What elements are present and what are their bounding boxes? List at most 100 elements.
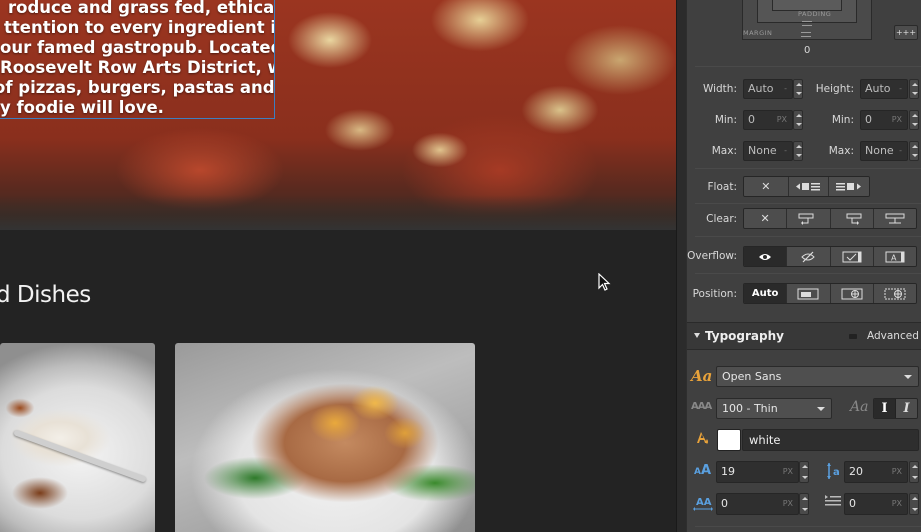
width-value: Auto: [748, 82, 774, 95]
max-height-input[interactable]: None -: [860, 141, 908, 161]
divider: [695, 66, 921, 67]
overflow-auto-icon: A: [885, 251, 905, 262]
font-style-icon: Aa: [850, 399, 869, 415]
height-stepper[interactable]: [909, 79, 919, 99]
min-height-input[interactable]: 0 PX: [860, 110, 908, 130]
box-model-editor[interactable]: PADDING MARGIN: [742, 0, 872, 40]
overflow-hidden-button[interactable]: [787, 247, 831, 266]
float-none-button[interactable]: ✕: [744, 177, 789, 196]
margin-box[interactable]: PADDING MARGIN: [742, 0, 872, 40]
float-right-button[interactable]: [829, 177, 869, 196]
margin-bottom-value[interactable]: 0: [804, 45, 810, 56]
close-icon: ✕: [760, 212, 770, 225]
italic-on-button[interactable]: I: [896, 399, 917, 418]
expand-spacing-button[interactable]: +++: [894, 25, 918, 40]
position-absolute-button[interactable]: [830, 284, 874, 303]
float-right-icon: [836, 183, 862, 191]
line-height-value: 20: [849, 465, 863, 478]
float-left-button[interactable]: [788, 177, 830, 196]
text-indent-stepper[interactable]: [909, 493, 919, 515]
max-width-unit: -: [784, 146, 787, 155]
color-name-field[interactable]: white: [742, 429, 919, 451]
overflow-auto-button[interactable]: A: [873, 247, 916, 266]
italic-off-button[interactable]: I: [874, 399, 896, 418]
overflow-scroll-button[interactable]: [830, 247, 874, 266]
border-box: PADDING: [757, 0, 857, 26]
divider: [695, 203, 921, 204]
typography-section-header[interactable]: Typography Advanced: [687, 322, 921, 350]
clear-left-button[interactable]: [787, 209, 831, 228]
line-height-unit: PX: [891, 467, 902, 476]
design-canvas[interactable]: roduce and grass fed, ethically ttention…: [0, 0, 676, 532]
eye-icon: [759, 253, 772, 260]
max-height-value: None: [865, 144, 894, 157]
clear-none-button[interactable]: ✕: [744, 209, 788, 228]
clear-options: ✕: [743, 208, 917, 229]
letter-spacing-input[interactable]: 0 PX: [716, 493, 799, 515]
clear-both-button[interactable]: [873, 209, 916, 228]
text-indent-icon: [825, 495, 841, 506]
max-width-stepper[interactable]: [793, 141, 803, 161]
dish-image-pork-chop[interactable]: [175, 343, 475, 532]
position-options: Auto: [743, 283, 917, 304]
font-size-stepper[interactable]: [799, 461, 809, 483]
min-width-label: Min:: [714, 114, 737, 126]
min-width-input[interactable]: 0 PX: [743, 110, 793, 130]
text-indent-value: 0: [849, 497, 856, 510]
position-fixed-icon: [884, 288, 906, 299]
position-auto-button[interactable]: Auto: [744, 284, 788, 303]
height-label: Height:: [815, 83, 854, 95]
max-height-unit: -: [899, 146, 902, 155]
collapse-caret-icon[interactable]: [694, 333, 700, 338]
position-fixed-button[interactable]: [873, 284, 916, 303]
line-height-stepper[interactable]: [909, 461, 919, 483]
mouse-cursor-icon: [598, 273, 611, 291]
letter-spacing-unit: PX: [782, 499, 793, 508]
font-style-toggle: I I: [873, 398, 918, 419]
max-width-input[interactable]: None -: [743, 141, 793, 161]
advanced-label[interactable]: Advanced: [867, 330, 919, 342]
line-height-input[interactable]: 20 PX: [844, 461, 908, 483]
height-value: Auto: [865, 82, 891, 95]
clear-right-button[interactable]: [830, 209, 874, 228]
color-swatch[interactable]: [717, 429, 741, 451]
advanced-toggle[interactable]: [849, 334, 857, 339]
eye-slash-icon: [801, 251, 816, 262]
overflow-label: Overflow:: [687, 250, 737, 262]
width-stepper[interactable]: [793, 79, 803, 99]
margin-handle-icon[interactable]: [801, 32, 811, 37]
text-indent-input[interactable]: 0 PX: [844, 493, 908, 515]
section-heading[interactable]: d Dishes: [0, 282, 91, 308]
min-height-stepper[interactable]: [909, 110, 919, 130]
clear-both-icon: [885, 213, 905, 223]
canvas-scrollbar[interactable]: [676, 0, 686, 532]
height-input[interactable]: Auto -: [860, 79, 908, 99]
max-height-label: Max:: [828, 145, 854, 157]
dish-image-dessert[interactable]: [0, 343, 155, 532]
svg-text:a: a: [833, 467, 840, 478]
font-family-select[interactable]: Open Sans: [716, 366, 919, 387]
font-weight-select[interactable]: 100 - Thin: [716, 398, 832, 419]
selected-text-block[interactable]: roduce and grass fed, ethically ttention…: [0, 0, 275, 119]
float-options: ✕: [743, 176, 870, 197]
fork-graphic: [13, 429, 147, 483]
position-relative-button[interactable]: [787, 284, 831, 303]
width-label: Width:: [702, 83, 737, 95]
overflow-visible-button[interactable]: [744, 247, 788, 266]
chevron-down-icon: [904, 375, 912, 379]
font-size-input[interactable]: 19 PX: [716, 461, 799, 483]
min-height-unit: PX: [891, 115, 902, 124]
min-width-stepper[interactable]: [793, 110, 803, 130]
float-left-icon: [796, 183, 821, 191]
padding-handle-icon[interactable]: [802, 21, 812, 26]
font-size-value: 19: [721, 465, 735, 478]
max-height-stepper[interactable]: [909, 141, 919, 161]
text-color-icon: [697, 432, 708, 444]
hero-text-line: ttention to every ingredient in: [4, 18, 275, 37]
width-input[interactable]: Auto -: [743, 79, 793, 99]
clear-left-icon: [798, 213, 814, 225]
typography-title: Typography: [705, 329, 784, 343]
letter-spacing-stepper[interactable]: [799, 493, 809, 515]
float-label: Float:: [707, 181, 737, 193]
svg-text:A: A: [891, 253, 897, 262]
